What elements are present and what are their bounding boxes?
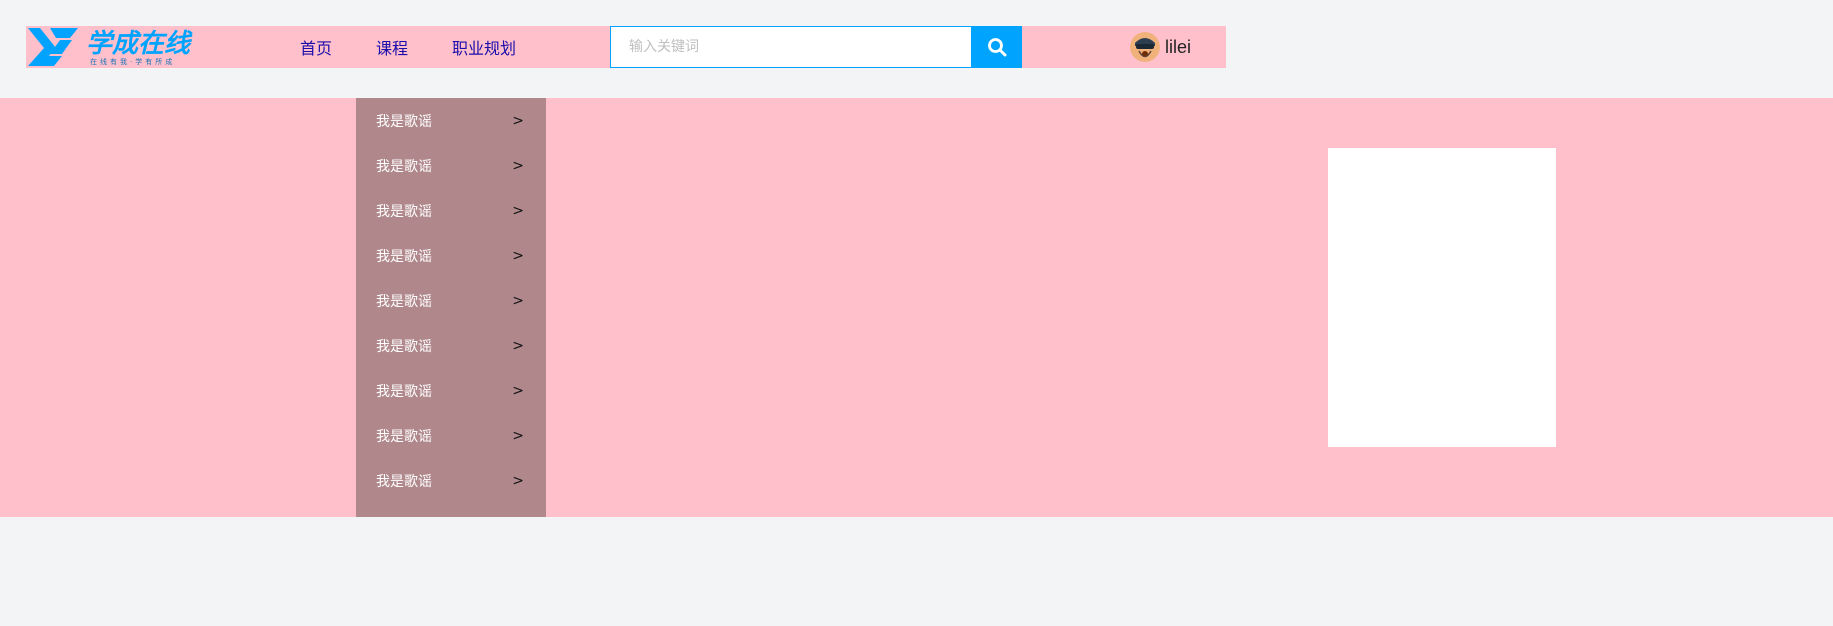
menu-item-label: 我是歌谣 [376,158,432,175]
avatar[interactable] [1130,32,1160,62]
search-input[interactable] [610,26,972,68]
logo-title: 学成在线 [86,29,193,59]
search-icon [988,38,1007,57]
username[interactable]: lilei [1165,37,1191,58]
menu-item-label: 我是歌谣 [376,473,432,490]
menu-item[interactable]: 我是歌谣 > [356,368,546,413]
logo[interactable]: 学成在线 在线有我·学有所成 [26,26,221,68]
menu-item-label: 我是歌谣 [376,338,432,355]
nav-item-home[interactable]: 首页 [300,35,332,59]
menu-item-label: 我是歌谣 [376,203,432,220]
menu-item[interactable]: 我是歌谣 > [356,458,546,503]
site-header: 学成在线 在线有我·学有所成 首页 课程 职业规划 lilei [26,26,1226,68]
menu-item[interactable]: 我是歌谣 > [356,413,546,458]
menu-item[interactable]: 我是歌谣 > [356,278,546,323]
chevron-right-icon: > [512,202,524,219]
chevron-right-icon: > [512,112,524,129]
menu-item[interactable]: 我是歌谣 > [356,323,546,368]
main-nav: 首页 课程 职业规划 [300,26,560,68]
menu-item[interactable]: 我是歌谣 > [356,233,546,278]
menu-item-label: 我是歌谣 [376,248,432,265]
chevron-right-icon: > [512,292,524,309]
nav-item-courses[interactable]: 课程 [376,35,408,59]
menu-item[interactable]: 我是歌谣 > [356,143,546,188]
chevron-right-icon: > [512,157,524,174]
search-bar [610,26,1022,68]
info-card [1328,148,1556,447]
chevron-right-icon: > [512,472,524,489]
chevron-right-icon: > [512,337,524,354]
menu-item-label: 我是歌谣 [376,428,432,445]
nav-item-career[interactable]: 职业规划 [452,35,516,59]
menu-item-label: 我是歌谣 [376,383,432,400]
menu-item[interactable]: 我是歌谣 > [356,98,546,143]
banner: 我是歌谣 > 我是歌谣 > 我是歌谣 > 我是歌谣 > 我是歌谣 > 我是歌谣 … [0,98,1833,517]
menu-item-label: 我是歌谣 [376,293,432,310]
menu-item-label: 我是歌谣 [376,113,432,130]
menu-item[interactable]: 我是歌谣 > [356,188,546,233]
chevron-right-icon: > [512,247,524,264]
chevron-right-icon: > [512,427,524,444]
chevron-right-icon: > [512,382,524,399]
category-menu: 我是歌谣 > 我是歌谣 > 我是歌谣 > 我是歌谣 > 我是歌谣 > 我是歌谣 … [356,98,546,517]
logo-slogan: 在线有我·学有所成 [90,57,175,66]
user-info[interactable]: lilei [1130,26,1191,68]
search-button[interactable] [972,26,1022,68]
